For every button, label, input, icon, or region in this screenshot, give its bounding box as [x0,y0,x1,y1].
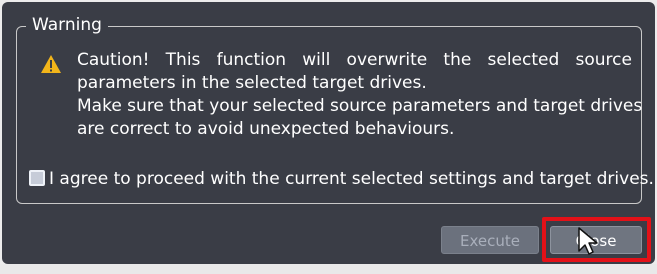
message-word: the [443,50,472,70]
message-word: overwrite [346,50,428,70]
warning-icon [41,55,61,73]
message-word: source [575,50,632,70]
warning-message-line-4: are correct to avoid unexpected behaviou… [77,119,455,139]
agree-checkbox[interactable] [29,170,45,186]
close-button[interactable]: Close [550,226,642,254]
message-word: function [216,50,287,70]
warning-message-line-3: Make sure that your selected source para… [77,96,643,116]
message-word: will [302,50,331,70]
warning-message-line-2: parameters in the selected target drives… [77,73,427,93]
warning-message-line-1: Caution! This function will overwrite th… [77,49,632,72]
message-word: selected [487,50,560,70]
agree-checkbox-label[interactable]: I agree to proceed with the current sele… [49,168,654,190]
warning-message: Caution! This function will overwrite th… [77,49,643,141]
warning-group-title: Warning [26,14,108,36]
warning-dialog: Warning Caution! This function will over… [2,2,655,264]
message-word: This [165,50,201,70]
dialog-bottom-background [0,264,657,274]
execute-button[interactable]: Execute [441,226,539,254]
message-word: Caution! [77,50,150,70]
